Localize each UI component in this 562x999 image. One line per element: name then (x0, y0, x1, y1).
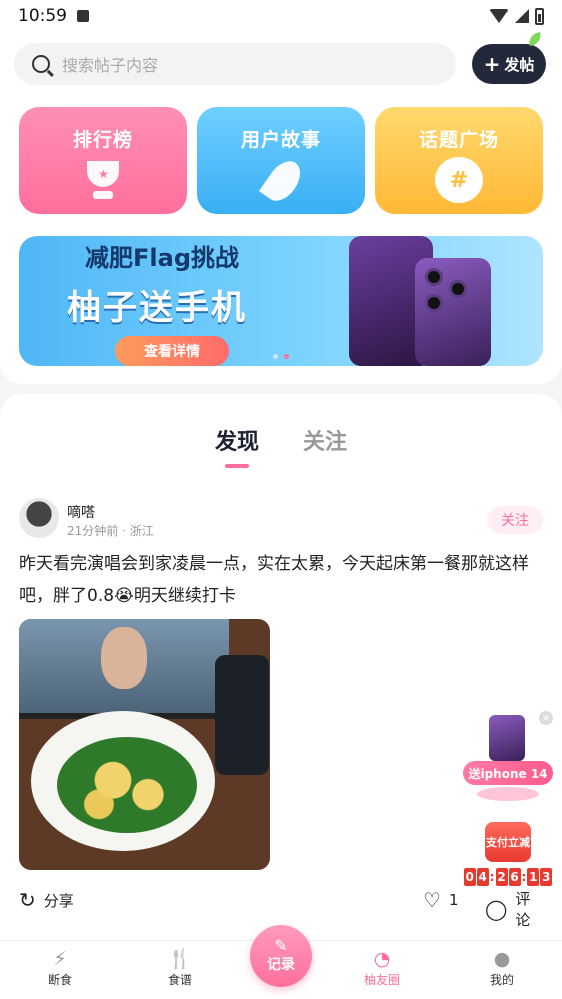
lightning-icon: ⚡ (53, 948, 67, 970)
comment-label: 评论 (515, 890, 531, 929)
nav-profile[interactable]: ● 我的 (472, 947, 532, 988)
follow-button[interactable]: 关注 (487, 506, 543, 534)
plus-icon: + (483, 52, 501, 76)
pagination-dot-active (284, 354, 289, 359)
post-button[interactable]: + 发帖 (472, 44, 546, 84)
record-label: 记录 (267, 957, 295, 973)
feed-tabs: 发现 关注 (0, 424, 562, 456)
nav-community[interactable]: ◔ 柚友圈 (352, 947, 412, 988)
nav-recipes[interactable]: 🍴 食谱 (150, 947, 210, 988)
post-text: 昨天看完演唱会到家凌晨一点，实在太累，今天起床第一餐那就这样吧，胖了0.8😭明天… (19, 554, 529, 606)
nav-fasting-label: 断食 (47, 973, 72, 987)
nav-profile-label: 我的 (489, 973, 514, 987)
promo-label: 送iphone 14 (463, 761, 553, 785)
wifi-icon (489, 9, 509, 23)
countdown-timer: 0 4 : 2 6 : 1 3 (463, 868, 553, 886)
countdown-digit: 0 (463, 868, 476, 886)
tab-following[interactable]: 关注 (303, 424, 347, 456)
share-label: 分享 (43, 891, 74, 910)
hashtag-icon: # (435, 157, 483, 203)
promo-pedestal (477, 787, 539, 801)
close-icon[interactable]: × (539, 711, 553, 725)
countdown-digit: 3 (540, 868, 553, 886)
notification-icon (77, 10, 89, 22)
user-icon: ● (493, 948, 511, 970)
status-time: 10:59 (18, 6, 67, 26)
countdown-digit: 4 (476, 868, 489, 886)
phone-image (489, 715, 525, 761)
circle-icon: ◔ (373, 948, 391, 970)
fork-knife-icon: 🍴 (168, 948, 192, 970)
search-bar[interactable]: 搜索帖子内容 (14, 43, 456, 85)
post-meta: 21分钟前 · 浙江 (67, 524, 154, 538)
share-icon: ↻ (19, 888, 36, 912)
user-story-card-title: 用户故事 (240, 129, 321, 151)
banner-subheadline: 柚子送手机 (67, 288, 247, 328)
post-button-label: 发帖 (504, 55, 535, 74)
floating-promo[interactable]: × 送iphone 14 (463, 711, 553, 803)
share-button[interactable]: ↻ 分享 (19, 888, 74, 912)
user-story-card[interactable]: 用户故事 (197, 107, 365, 214)
countdown-digit: 6 (508, 868, 521, 886)
ranking-card-title: 排行榜 (72, 129, 133, 151)
avatar[interactable] (19, 498, 59, 538)
comment-icon: ◯ (485, 897, 508, 921)
banner-pagination (273, 354, 289, 359)
nav-fasting[interactable]: ⚡ 断食 (30, 947, 90, 988)
trophy-icon: ★ (81, 161, 125, 201)
floating-pay-discount[interactable]: 支付立减 0 4 : 2 6 : 1 3 (463, 822, 553, 888)
like-count: 1 (448, 891, 459, 909)
promo-banner[interactable]: 减肥Flag挑战 柚子送手机 查看详情 (19, 236, 543, 366)
tab-discover[interactable]: 发现 (215, 424, 259, 456)
search-input[interactable]: 搜索帖子内容 (62, 52, 158, 76)
top-section: 搜索帖子内容 + 发帖 排行榜 ★ 用户故事 话题广场 # 减肥Flag挑战 柚… (0, 31, 562, 384)
nav-community-label: 柚友圈 (363, 973, 400, 987)
like-button[interactable]: ♡ 1 (423, 888, 458, 912)
post-username[interactable]: 嘀嗒 (67, 502, 95, 522)
countdown-digit: 2 (495, 868, 508, 886)
topic-square-card[interactable]: 话题广场 # (375, 107, 543, 214)
leaf-icon (526, 31, 544, 47)
countdown-digit: 1 (527, 868, 540, 886)
record-button[interactable]: ✎ 记录 (250, 925, 312, 987)
banner-details-button[interactable]: 查看详情 (115, 336, 229, 366)
comment-button[interactable]: ◯ 评论 (485, 888, 543, 930)
feature-cards: 排行榜 ★ 用户故事 话题广场 # (19, 107, 543, 215)
search-icon (32, 55, 50, 73)
pen-icon: ✎ (274, 936, 288, 955)
feather-icon (258, 154, 309, 208)
heart-icon: ♡ (423, 888, 441, 912)
status-bar: 10:59 (0, 0, 562, 32)
banner-headline: 减肥Flag挑战 (85, 244, 239, 272)
pay-discount-badge: 支付立减 (485, 822, 531, 862)
signal-icon (515, 9, 529, 23)
post-image[interactable] (19, 619, 270, 870)
bottom-nav: ⚡ 断食 🍴 食谱 ✎ 记录 ◔ 柚友圈 ● 我的 (0, 925, 562, 999)
battery-icon (535, 7, 544, 25)
topic-square-card-title: 话题广场 (418, 129, 499, 151)
phone-back-image (415, 258, 491, 366)
pagination-dot (273, 354, 278, 359)
nav-recipes-label: 食谱 (167, 973, 192, 987)
ranking-card[interactable]: 排行榜 ★ (19, 107, 187, 214)
post-actions: ↻ 分享 ♡ 1 ◯ 评论 (19, 888, 543, 929)
